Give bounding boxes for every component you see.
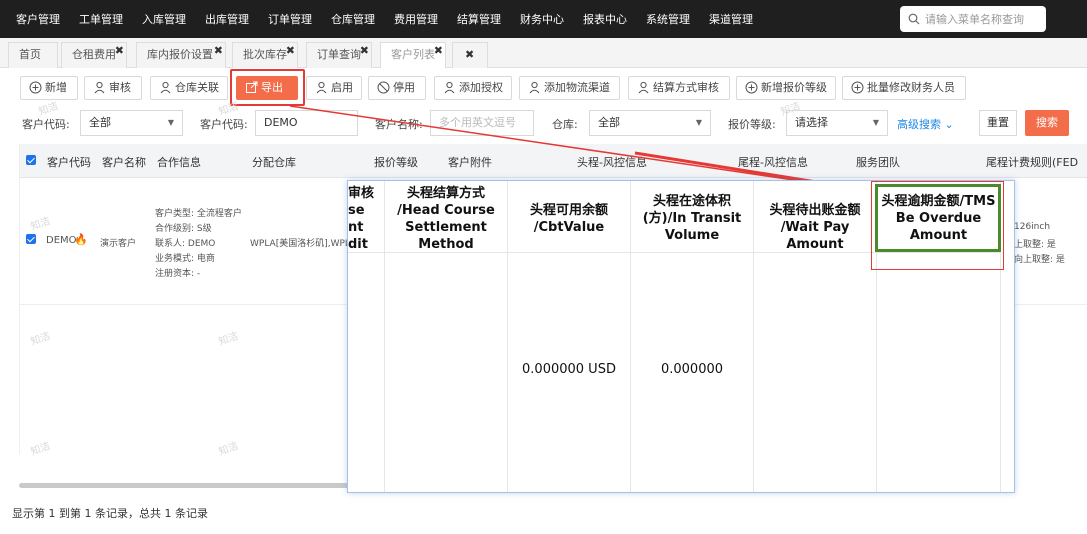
zoom-header-line: Settlement bbox=[405, 220, 487, 235]
zoom-col-transit: 头程在途体积 (方)/In Transit Volume 0.000000 bbox=[631, 181, 754, 492]
zoom-col-header: 头程可用余额 /CbtValue bbox=[508, 181, 630, 253]
zoom-header-line: Volume bbox=[664, 228, 720, 243]
zoom-header-line: 头程在途体积 bbox=[652, 194, 731, 209]
zoom-col-wait-pay: 头程待出账金额 /Wait Pay Amount bbox=[754, 181, 877, 492]
zoom-col-header: 审核 se nt dit bbox=[348, 181, 384, 253]
zoom-col-header: 头程结算方式 /Head Course Settlement Method bbox=[385, 181, 507, 253]
zoom-col-header: 头程待出账金额 /Wait Pay Amount bbox=[754, 181, 876, 253]
zoom-header-line: dit bbox=[348, 237, 368, 252]
zoom-col-settlement: 头程结算方式 /Head Course Settlement Method bbox=[385, 181, 508, 492]
zoom-transit-value: 0.000000 bbox=[660, 362, 724, 377]
zoom-header-line: /Wait Pay Amount bbox=[780, 220, 850, 252]
zoom-header-line: 审核 bbox=[348, 186, 375, 201]
zoom-col-header: 头程在途体积 (方)/In Transit Volume bbox=[631, 181, 753, 253]
overdue-highlight-green bbox=[875, 184, 1001, 252]
zoom-header-line: nt bbox=[348, 220, 364, 235]
zoom-header-line: 头程可用余额 bbox=[529, 203, 608, 218]
zoom-header-line: Method bbox=[418, 237, 474, 252]
zoom-col-available: 头程可用余额 /CbtValue 0.000000 USD bbox=[508, 181, 631, 492]
zoom-header-line: se bbox=[348, 203, 365, 218]
zoom-available-value: 0.000000 USD bbox=[522, 362, 616, 377]
zoom-col-audit: 审核 se nt dit bbox=[348, 181, 385, 492]
zoom-header-line: /CbtValue bbox=[533, 220, 605, 235]
zoom-header-line: /Head Course bbox=[397, 203, 495, 218]
zoom-header-line: 头程结算方式 bbox=[406, 186, 485, 201]
zoom-header-line: (方)/In Transit bbox=[642, 211, 742, 226]
zoom-header-line: 头程待出账金额 bbox=[769, 203, 861, 218]
